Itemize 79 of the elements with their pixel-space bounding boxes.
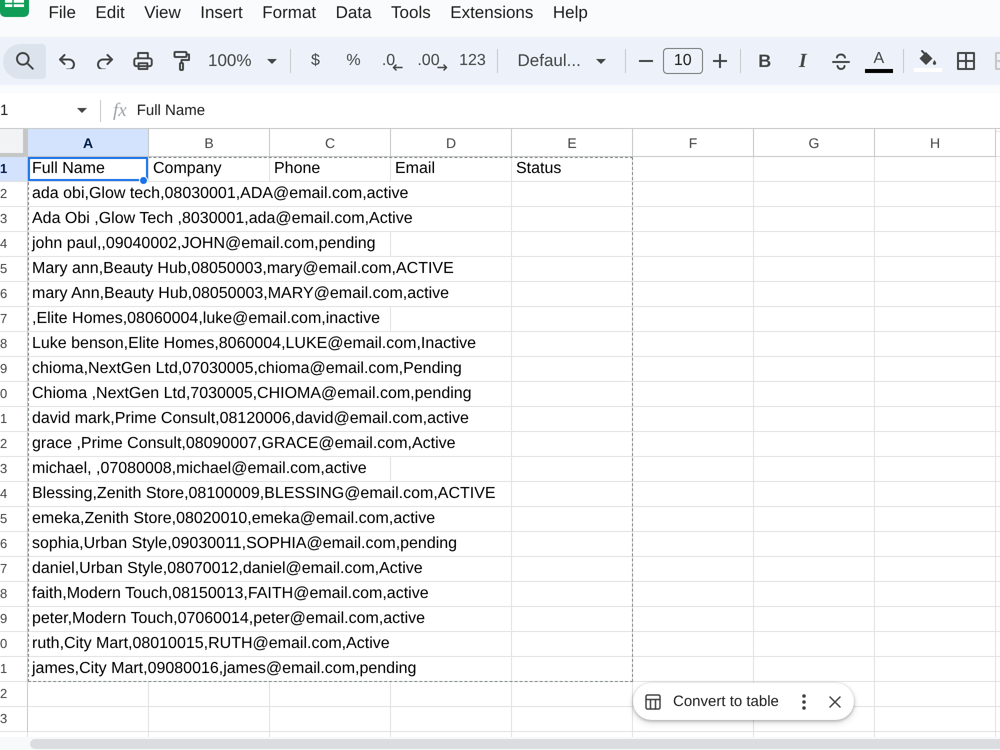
scrollbar-thumb[interactable]	[30, 738, 1000, 748]
menu-item[interactable]: Extensions	[450, 0, 534, 26]
menu-item[interactable]: Edit	[95, 0, 125, 26]
row-header[interactable]: 8	[0, 582, 28, 607]
row-header[interactable]: 1	[0, 407, 28, 432]
column-header[interactable]: A	[28, 129, 149, 157]
row-header[interactable]: 0	[0, 632, 28, 657]
row-header[interactable]: 9	[0, 607, 28, 632]
menu-item[interactable]: Tools	[391, 0, 431, 26]
caret-icon	[77, 108, 87, 113]
font-size-field[interactable]: 10	[662, 48, 703, 74]
merge-icon	[994, 52, 1000, 70]
menu-item[interactable]: Insert	[200, 0, 243, 26]
column-header[interactable]: B	[149, 129, 270, 157]
menu-item[interactable]: Data	[336, 0, 372, 26]
borders-grid-icon	[956, 52, 975, 70]
decrease-decimal-button[interactable]: .0	[374, 44, 410, 78]
row-header[interactable]: 3	[0, 707, 28, 732]
arrow-right-icon	[436, 64, 448, 70]
search-icon	[16, 52, 34, 70]
paint-roller-icon	[172, 51, 190, 71]
bold-button[interactable]: B	[748, 44, 782, 78]
row-header[interactable]: 1	[0, 657, 28, 682]
row-header[interactable]: 9	[0, 357, 28, 382]
column-header[interactable]: D	[391, 129, 512, 157]
row-header[interactable]: 7	[0, 557, 28, 582]
row-header[interactable]: 2	[0, 182, 28, 207]
row-header[interactable]: 1	[0, 157, 28, 182]
row-header[interactable]: 3	[0, 207, 28, 232]
name-box-field[interactable]: 1	[0, 96, 74, 124]
strikethrough-icon	[832, 52, 850, 70]
column-header[interactable]: C	[270, 129, 391, 157]
row-header[interactable]: 5	[0, 257, 28, 282]
zoom-dropdown[interactable]: 100%	[202, 44, 284, 78]
increase-decimal-button[interactable]: .00	[414, 44, 450, 78]
arrow-left-icon	[392, 64, 404, 70]
search-button[interactable]	[3, 44, 46, 78]
menu-item[interactable]: File	[48, 0, 76, 26]
formula-field[interactable]: Full Name	[136, 96, 1000, 124]
convert-to-table-button[interactable]: Convert to table	[645, 693, 779, 710]
caret-icon	[596, 58, 606, 64]
fill-handle[interactable]	[139, 176, 148, 185]
sheet-cell[interactable]: Full Name	[28, 157, 149, 182]
row-header[interactable]: 7	[0, 307, 28, 332]
paint-bucket-icon	[918, 50, 938, 66]
table-icon	[645, 694, 661, 710]
row-header[interactable]: 6	[0, 532, 28, 557]
number-format-button[interactable]: 123	[454, 44, 490, 78]
text-color-button[interactable]: A	[862, 44, 896, 78]
column-header[interactable]: E	[512, 129, 633, 157]
row-header[interactable]: 2	[0, 682, 28, 707]
row-header[interactable]: 3	[0, 457, 28, 482]
printer-icon	[133, 52, 153, 70]
close-icon	[828, 696, 841, 708]
formula-label: fx	[113, 100, 127, 122]
column-header[interactable]: F	[633, 129, 754, 157]
currency-format-button[interactable]: $	[298, 44, 332, 78]
menu-item[interactable]: View	[144, 0, 181, 26]
font-dropdown[interactable]: Defaul...	[505, 44, 618, 78]
column-header[interactable]: G	[754, 129, 875, 157]
app-logo-icon	[0, 0, 29, 17]
row-header[interactable]: 4	[0, 482, 28, 507]
row-header[interactable]: 6	[0, 282, 28, 307]
minus-icon	[638, 60, 653, 62]
menu-item[interactable]: Help	[552, 0, 588, 26]
menu-item[interactable]: Format	[262, 0, 316, 26]
more-icon	[802, 694, 806, 710]
italic-button[interactable]: I	[786, 44, 820, 78]
undo-icon	[59, 54, 75, 68]
redo-icon	[97, 54, 113, 68]
row-header[interactable]: 0	[0, 382, 28, 407]
row-header[interactable]: 4	[0, 232, 28, 257]
percent-format-button[interactable]: %	[336, 44, 370, 78]
row-header[interactable]: 8	[0, 332, 28, 357]
column-header[interactable]: H	[875, 129, 996, 157]
row-header[interactable]: 5	[0, 507, 28, 532]
plus-icon	[712, 54, 727, 68]
caret-icon	[267, 58, 278, 64]
row-header[interactable]: 2	[0, 432, 28, 457]
